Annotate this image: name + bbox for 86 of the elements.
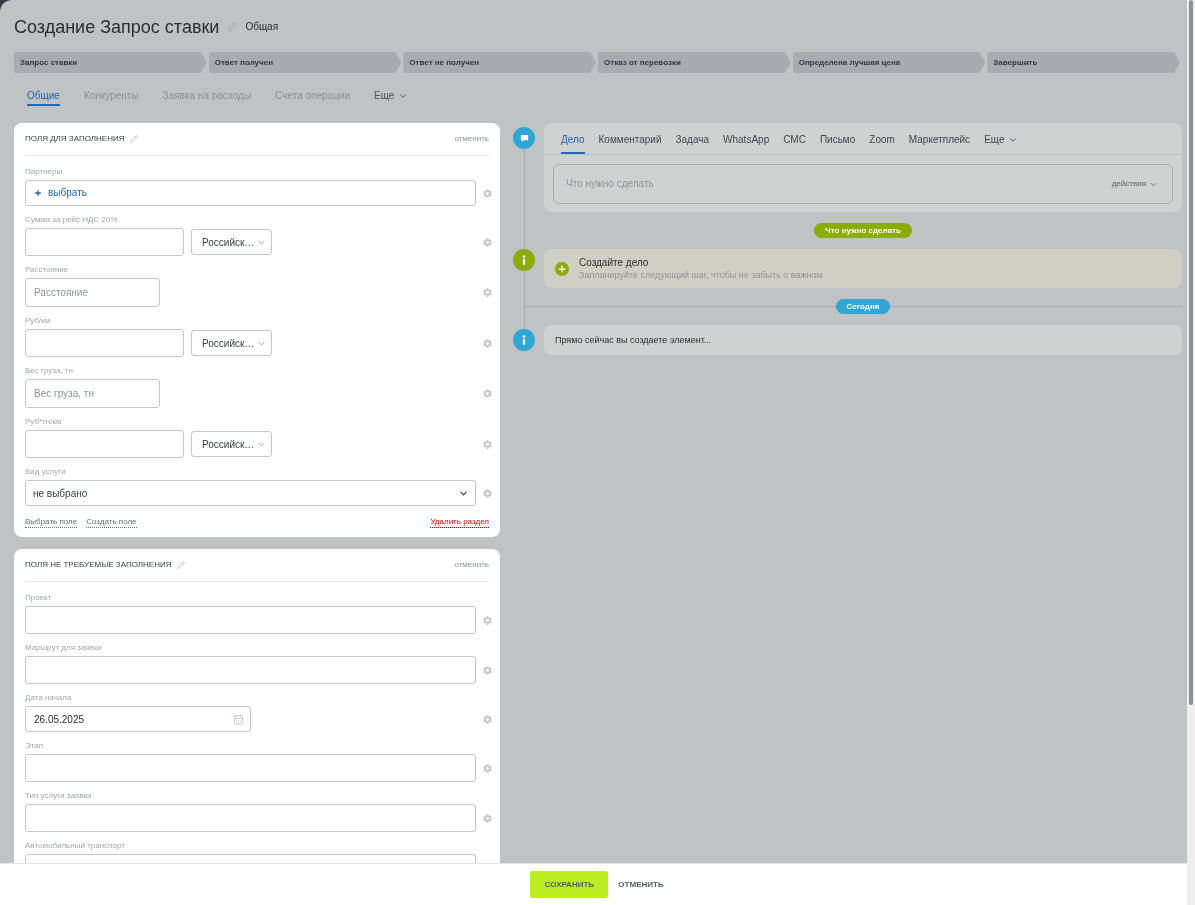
- plus-icon: [34, 189, 42, 197]
- input-field[interactable]: [25, 854, 476, 863]
- footer-link[interactable]: Выбрать поле: [25, 516, 78, 528]
- currency-select[interactable]: Российск…: [191, 229, 272, 255]
- cancel-link[interactable]: отменить: [454, 133, 489, 145]
- input-field[interactable]: [25, 228, 184, 256]
- category-label: Общая: [245, 21, 279, 33]
- input-field[interactable]: [25, 329, 184, 357]
- chat-icon: [513, 127, 535, 149]
- activity-tab[interactable]: Дело: [561, 133, 585, 154]
- input-field[interactable]: [25, 656, 476, 684]
- settings-icon[interactable]: [483, 763, 492, 773]
- date-field[interactable]: 26.05.2025: [25, 706, 251, 732]
- select-link[interactable]: выбрать: [48, 187, 87, 199]
- calendar-icon: [233, 713, 244, 725]
- cancel-link[interactable]: отменить: [454, 559, 489, 571]
- tab[interactable]: Общие: [27, 89, 60, 106]
- picker-field[interactable]: выбрать: [25, 180, 476, 206]
- settings-icon[interactable]: [483, 714, 492, 724]
- date-pill: Сегодня: [835, 298, 891, 314]
- hint-title: Создайте дело: [579, 256, 650, 269]
- field-label: Тип услуги заявки: [25, 790, 92, 802]
- field-label: Расстояние: [25, 264, 69, 276]
- cancel-button[interactable]: ОТМЕНИТЬ: [618, 871, 664, 898]
- field-label: Вид услуги: [25, 466, 66, 478]
- field-label: Этап: [25, 740, 44, 752]
- edit-icon[interactable]: [130, 135, 139, 143]
- settings-icon[interactable]: [483, 188, 492, 198]
- input-field[interactable]: [25, 754, 476, 782]
- field-label: Сумма за рейс НДС 20%: [25, 214, 118, 226]
- stage-step[interactable]: Отказ от перевозки: [598, 52, 791, 73]
- settings-icon[interactable]: [483, 439, 492, 449]
- todo-field[interactable]: Что нужно сделать действия: [553, 164, 1173, 204]
- field-label: Руб*тн/км: [25, 416, 62, 428]
- currency-select[interactable]: Российск…: [191, 431, 272, 457]
- activity-tab[interactable]: Zoom: [869, 133, 895, 154]
- stage-step[interactable]: Определена лучшая цена: [792, 52, 986, 73]
- field-label: Автомобильный транспорт: [25, 840, 125, 852]
- section-title: ПОЛЯ НЕ ТРЕБУЕМЫЕ ЗАПОЛНЕНИЯ: [25, 559, 172, 571]
- input-field[interactable]: [25, 430, 184, 458]
- delete-link[interactable]: Удалить раздел: [430, 516, 489, 528]
- section-title: ПОЛЯ ДЛЯ ЗАПОЛНЕНИЯ: [25, 133, 125, 145]
- activity-tab[interactable]: WhatsApp: [723, 133, 770, 154]
- activity-tab[interactable]: СМС: [783, 133, 806, 154]
- field-label: Вес груза, тн: [25, 365, 73, 377]
- select-field[interactable]: не выбрано: [25, 480, 476, 506]
- stage-step[interactable]: Запрос ставки: [14, 52, 207, 73]
- actions-button[interactable]: действия: [1111, 179, 1158, 189]
- chevron-down-icon: [398, 91, 409, 101]
- todo-placeholder: Что нужно сделать: [566, 178, 654, 190]
- field-label: Дата начала: [25, 692, 72, 704]
- stage-step[interactable]: Ответ получен: [208, 52, 402, 73]
- field-label: Проект: [25, 592, 52, 604]
- settings-icon[interactable]: [483, 389, 492, 398]
- page-title: Создание Запрос ставки: [14, 16, 220, 38]
- activity-tab[interactable]: Еще: [984, 133, 1019, 154]
- footer-link[interactable]: Создать поле: [86, 516, 137, 528]
- input-field[interactable]: [25, 804, 476, 832]
- input-field[interactable]: Расстояние: [25, 278, 160, 307]
- scrollbar-thumb[interactable]: [1189, 0, 1193, 705]
- tab[interactable]: Еще: [374, 89, 409, 106]
- currency-select[interactable]: Российск…: [191, 330, 272, 356]
- activity-tab[interactable]: Маркетплейс: [908, 133, 971, 154]
- settings-icon[interactable]: [483, 665, 492, 675]
- input-field[interactable]: Вес груза, тн: [25, 379, 160, 408]
- stage-step[interactable]: Ответ не получен: [403, 52, 596, 73]
- add-icon[interactable]: [555, 261, 569, 276]
- activity-tab[interactable]: Комментарий: [598, 133, 662, 154]
- timeline-pill: Что нужно сделать: [814, 223, 912, 238]
- settings-icon[interactable]: [483, 237, 492, 247]
- note-text: Прямо сейчас вы создаете элемент...: [555, 334, 712, 346]
- settings-icon[interactable]: [483, 338, 492, 348]
- save-button[interactable]: СОХРАНИТЬ: [530, 871, 609, 898]
- settings-icon[interactable]: [483, 488, 492, 498]
- field-label: Руб/км: [25, 315, 51, 327]
- settings-icon[interactable]: [483, 813, 492, 823]
- field-label: Маршрут для заявки: [25, 642, 102, 654]
- settings-icon[interactable]: [483, 615, 492, 625]
- settings-icon[interactable]: [483, 288, 492, 297]
- chevron-down-icon: [1008, 135, 1019, 145]
- activity-tab[interactable]: Письмо: [819, 133, 856, 154]
- edit-icon[interactable]: [177, 561, 186, 569]
- field-label: Партнеры: [25, 166, 63, 178]
- stage-step[interactable]: Завершить: [987, 52, 1181, 73]
- activity-tab[interactable]: Задача: [675, 133, 710, 154]
- input-field[interactable]: [25, 606, 476, 634]
